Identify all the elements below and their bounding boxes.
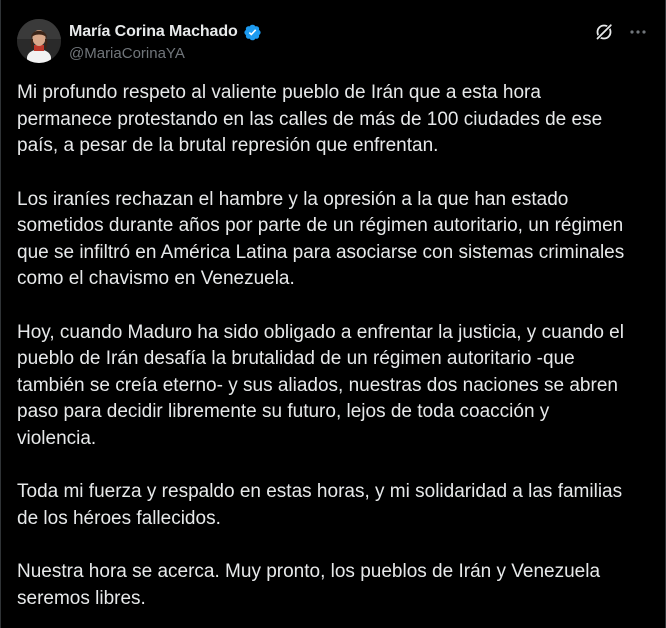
post-card: María Corina Machado @MariaCorinaYA Mi p… [0,0,666,628]
post-paragraph: Toda mi fuerza y respaldo en estas horas… [17,481,623,529]
author-info: María Corina Machado @MariaCorinaYA [69,22,262,62]
author-handle[interactable]: @MariaCorinaYA [69,45,262,62]
post-text: Mi profundo respeto al valiente pueblo d… [17,80,649,612]
post-paragraph: Hoy, cuando Maduro ha sido obligado a en… [17,321,624,449]
post-header: María Corina Machado @MariaCorinaYA [17,19,649,67]
author-avatar[interactable] [17,19,61,63]
author-display-name[interactable]: María Corina Machado [69,23,238,41]
grok-icon[interactable] [593,21,615,43]
post-paragraph: Nuestra hora se acerca. Muy pronto, los … [17,561,601,609]
post-paragraph: Los iraníes rechazan el hambre y la opre… [17,188,625,290]
more-options-icon[interactable] [627,21,649,43]
verified-badge-icon[interactable] [243,23,262,42]
header-actions [593,21,649,43]
post-paragraph: Mi profundo respeto al valiente pueblo d… [17,82,603,156]
